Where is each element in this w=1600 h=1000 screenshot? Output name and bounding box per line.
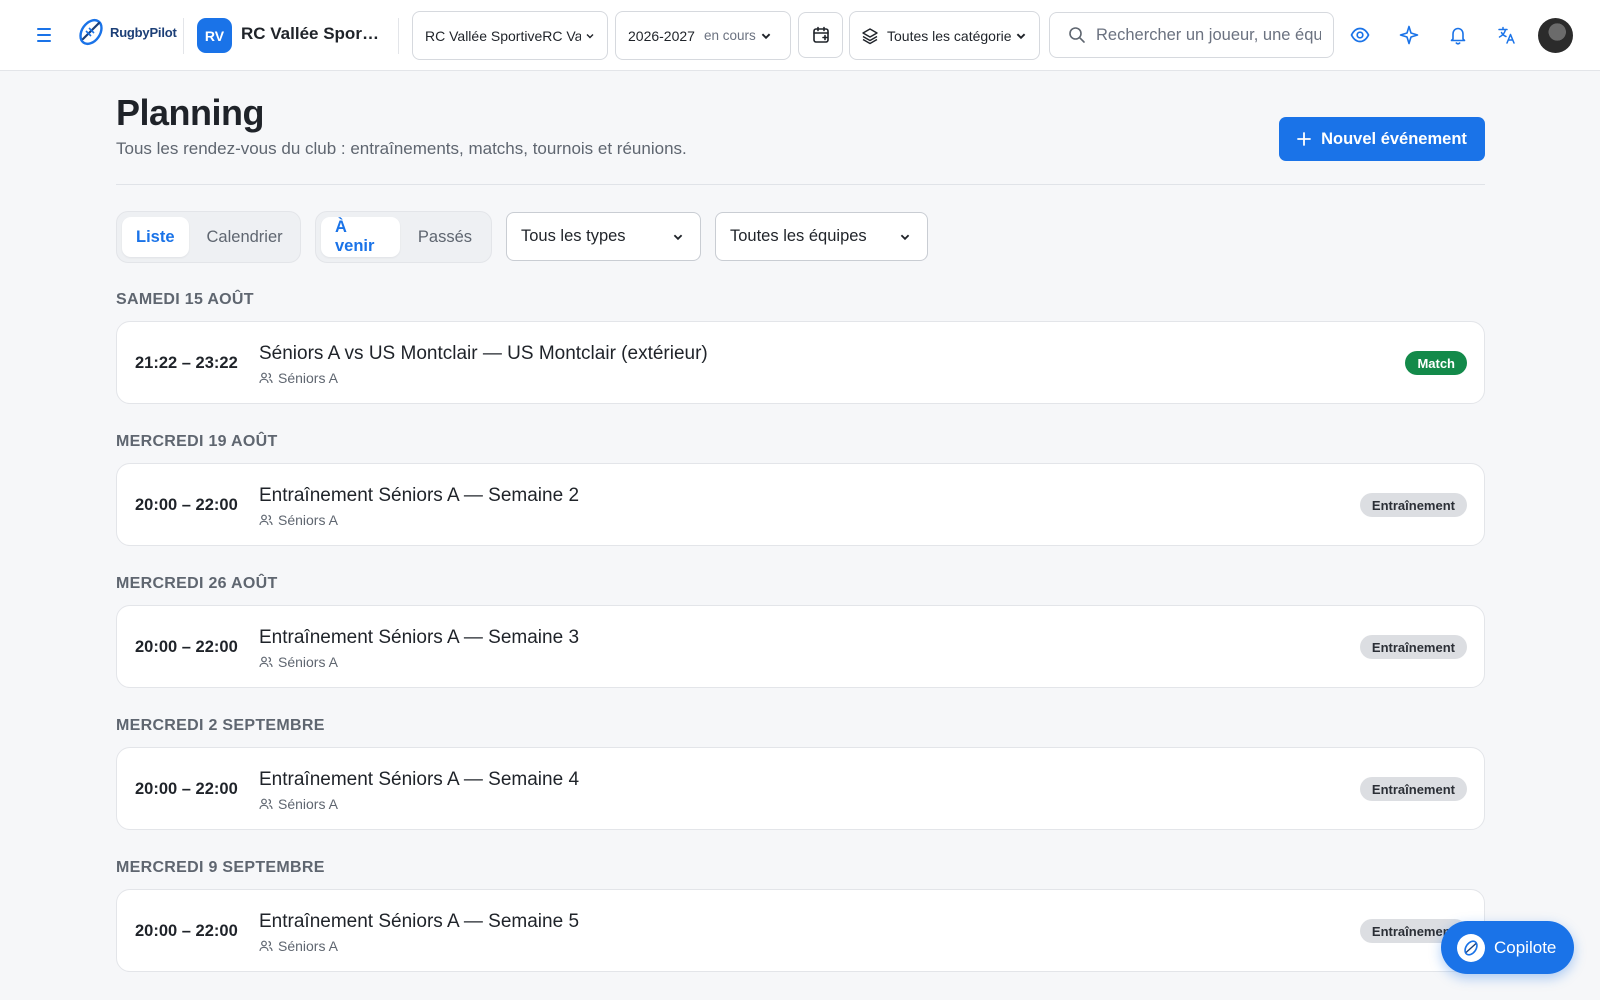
- search-input[interactable]: [1096, 25, 1321, 45]
- event-title: Entraînement Séniors A — Semaine 3: [259, 627, 580, 648]
- event-type-badge: Entraînement: [1359, 635, 1467, 659]
- page-subtitle: Tous les rendez-vous du club : entraînem…: [116, 139, 687, 158]
- view-toggle: Liste Calendrier: [116, 211, 301, 263]
- tab-a-venir[interactable]: À venir: [321, 217, 400, 257]
- users-icon: [259, 514, 273, 526]
- event-team: Séniors A: [259, 796, 338, 812]
- bell-icon[interactable]: [1446, 23, 1470, 47]
- event-team: Séniors A: [259, 938, 338, 954]
- search-icon: [1069, 27, 1085, 43]
- event-team-label: Séniors A: [278, 796, 338, 812]
- event-title: Séniors A vs US Montclair — US Montclair…: [259, 343, 708, 364]
- logo[interactable]: RugbyPilot: [77, 17, 177, 47]
- event-team: Séniors A: [259, 512, 338, 528]
- event-team: Séniors A: [259, 654, 338, 670]
- chevron-down-icon: [1016, 33, 1026, 39]
- event-team-label: Séniors A: [278, 512, 338, 528]
- search-box[interactable]: [1049, 12, 1334, 58]
- event-title: Entraînement Séniors A — Semaine 5: [259, 911, 580, 932]
- event-card[interactable]: 20:00 – 22:00 Entraînement Séniors A — S…: [116, 605, 1485, 688]
- event-time: 20:00 – 22:00: [135, 780, 238, 798]
- event-time: 20:00 – 22:00: [135, 922, 238, 940]
- divider: [398, 18, 399, 54]
- calendar-add-button[interactable]: [798, 12, 843, 58]
- season-status: en cours: [703, 28, 756, 43]
- users-icon: [259, 372, 273, 384]
- top-bar: RugbyPilot RV RC Vallée Sportive RC Vall…: [0, 0, 1600, 71]
- translate-icon[interactable]: [1495, 23, 1519, 47]
- avatar[interactable]: [1538, 18, 1573, 53]
- copilot-button[interactable]: Copilote: [1441, 921, 1574, 974]
- new-event-button[interactable]: Nouvel événement: [1279, 117, 1485, 161]
- event-time: 20:00 – 22:00: [135, 638, 238, 656]
- event-type-badge: Entraînement: [1359, 493, 1467, 517]
- tab-passes[interactable]: Passés: [404, 217, 486, 257]
- calendar-add-icon: [812, 26, 829, 43]
- brand-name: RugbyPilot: [110, 24, 177, 40]
- tab-liste[interactable]: Liste: [122, 217, 189, 257]
- users-icon: [259, 798, 273, 810]
- event-card[interactable]: 20:00 – 22:00 Entraînement Séniors A — S…: [116, 889, 1485, 972]
- chevron-down-icon: [586, 33, 594, 38]
- type-select-value: Tous les types: [521, 227, 626, 245]
- new-event-label: Nouvel événement: [1321, 129, 1467, 148]
- club-select[interactable]: RC Vallée SportiveRC Vallée Sportive: [412, 11, 608, 60]
- team-select[interactable]: Toutes les équipes: [715, 212, 928, 261]
- rugbypilot-logo-icon: [79, 18, 103, 46]
- page-title: Planning: [116, 92, 265, 133]
- team-select-value: Toutes les équipes: [730, 227, 867, 245]
- chevron-down-icon: [673, 234, 683, 240]
- users-icon: [259, 940, 273, 952]
- event-time: 20:00 – 22:00: [135, 496, 238, 514]
- event-team: Séniors A: [259, 370, 338, 386]
- event-team-label: Séniors A: [278, 938, 338, 954]
- copilot-logo-icon: [1457, 933, 1485, 962]
- event-title: Entraînement Séniors A — Semaine 4: [259, 769, 580, 790]
- event-team-label: Séniors A: [278, 654, 338, 670]
- category-value: Toutes les catégories: [887, 27, 1011, 44]
- plus-icon: [1297, 132, 1311, 146]
- day-label: MERCREDI 26 AOÛT: [116, 575, 278, 592]
- event-card[interactable]: 20:00 – 22:00 Entraînement Séniors A — S…: [116, 463, 1485, 546]
- sparkle-icon[interactable]: [1397, 23, 1421, 47]
- layers-icon: [862, 27, 878, 44]
- event-title: Entraînement Séniors A — Semaine 2: [259, 485, 580, 506]
- category-select[interactable]: Toutes les catégories: [849, 11, 1040, 60]
- day-label: MERCREDI 9 SEPTEMBRE: [116, 859, 325, 876]
- event-team-label: Séniors A: [278, 370, 338, 386]
- divider: [183, 18, 184, 54]
- chevron-down-icon: [900, 234, 910, 240]
- club-select-value: RC Vallée SportiveRC Vallée Sportive: [425, 27, 581, 44]
- club-badge[interactable]: RV: [197, 18, 232, 53]
- tab-calendrier[interactable]: Calendrier: [193, 217, 297, 257]
- menu-icon[interactable]: [34, 25, 54, 45]
- day-label: MERCREDI 19 AOÛT: [116, 433, 278, 450]
- eye-icon[interactable]: [1348, 23, 1372, 47]
- event-time: 21:22 – 23:22: [135, 354, 238, 372]
- divider: [116, 184, 1485, 185]
- event-type-badge: Entraînement: [1359, 777, 1467, 801]
- type-select[interactable]: Tous les types: [506, 212, 701, 261]
- chevron-down-icon: [761, 33, 771, 39]
- event-card[interactable]: 21:22 – 23:22 Séniors A vs US Montclair …: [116, 321, 1485, 404]
- event-card[interactable]: 20:00 – 22:00 Entraînement Séniors A — S…: [116, 747, 1485, 830]
- day-label: SAMEDI 15 AOÛT: [116, 291, 254, 308]
- users-icon: [259, 656, 273, 668]
- time-toggle: À venir Passés: [315, 211, 492, 263]
- event-type-badge: Match: [1405, 351, 1467, 375]
- copilot-label: Copilote: [1494, 937, 1557, 957]
- season-select[interactable]: 2026-2027 en cours: [615, 11, 791, 60]
- season-value: 2026-2027: [628, 27, 695, 44]
- club-name[interactable]: RC Vallée Sportive: [241, 24, 381, 44]
- day-label: MERCREDI 2 SEPTEMBRE: [116, 717, 325, 734]
